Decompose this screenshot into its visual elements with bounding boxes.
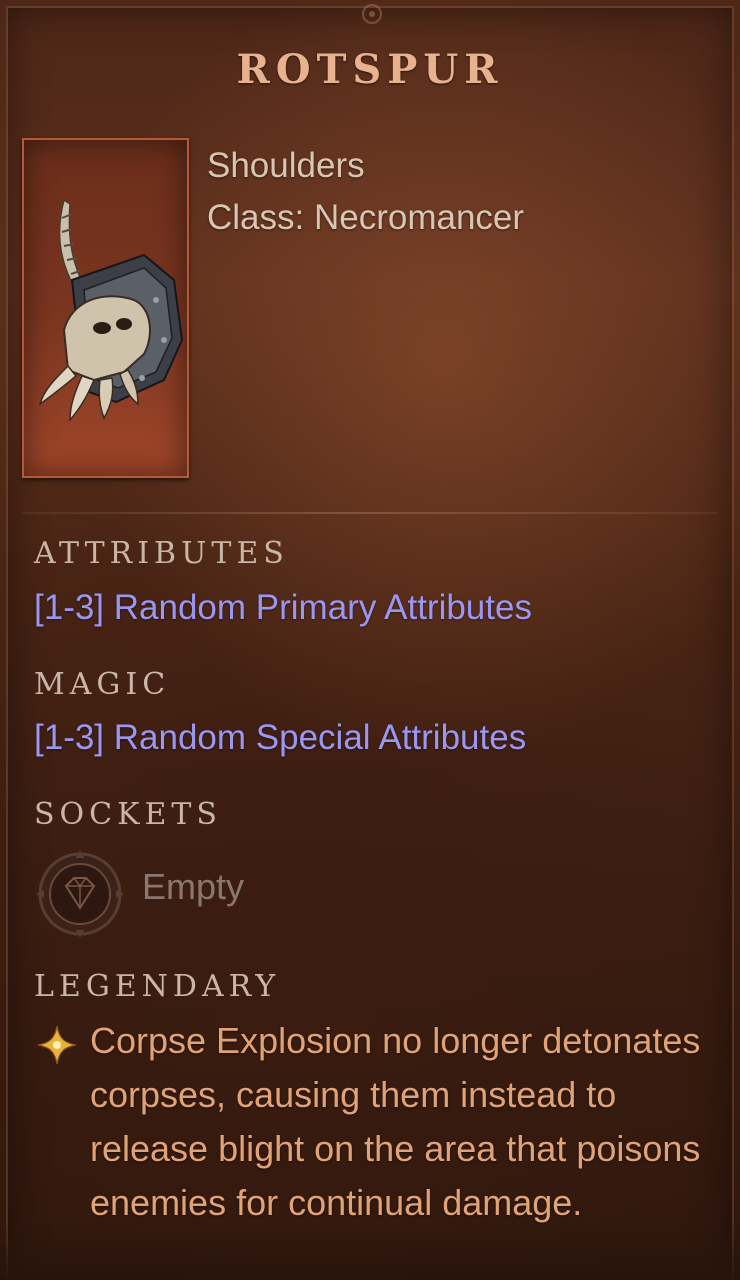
shoulder-armor-icon	[38, 198, 184, 423]
legendary-heading: LEGENDARY	[34, 969, 281, 1004]
legendary-power-text: Corpse Explosion no longer detonates cor…	[90, 1020, 701, 1223]
item-portrait	[22, 138, 189, 478]
socket-status: Empty	[142, 866, 245, 907]
sockets-heading: SOCKETS	[34, 797, 222, 832]
attributes-heading: ATTRIBUTES	[34, 536, 289, 571]
item-tooltip: ROTSPUR Shoulders Class: Necromancer ATT…	[0, 0, 740, 1280]
magic-heading: MAGIC	[34, 667, 171, 702]
item-slot: Shoulders	[207, 146, 365, 185]
magic-value: [1-3] Random Special Attributes	[34, 718, 527, 757]
item-name: ROTSPUR	[236, 46, 504, 93]
item-meta: Shoulders Class: Necromancer	[207, 140, 524, 244]
item-class: Class: Necromancer	[207, 198, 525, 237]
frame-ornament-icon	[362, 4, 382, 24]
legendary-star-icon	[37, 1025, 77, 1065]
scroll-fade	[0, 1220, 740, 1280]
attributes-value: [1-3] Random Primary Attributes	[34, 588, 532, 627]
section-divider	[22, 512, 718, 514]
gem-socket-icon	[36, 850, 124, 938]
